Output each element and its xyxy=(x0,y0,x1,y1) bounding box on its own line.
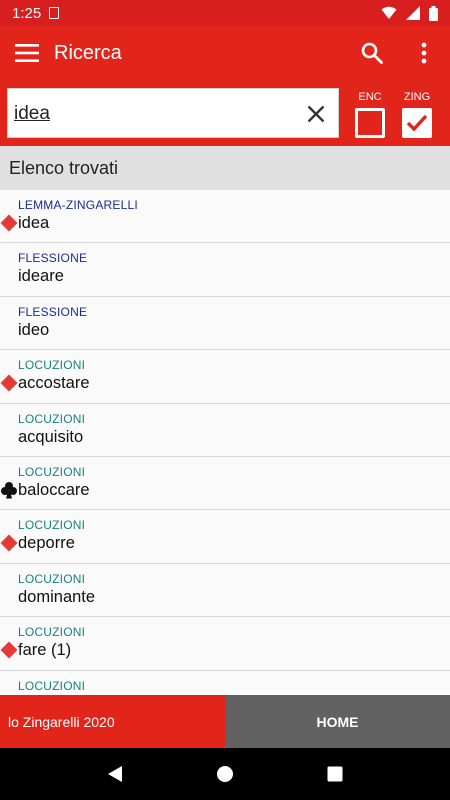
check-icon xyxy=(406,114,428,132)
home-circle-icon xyxy=(217,766,233,782)
search-row: ENC ZING xyxy=(0,80,450,146)
results-list[interactable]: LEMMA-ZINGARELLI idea FLESSIONE ideare FLESS… xyxy=(0,190,450,695)
wifi-icon xyxy=(381,6,397,19)
results-header: Elenco trovati xyxy=(0,146,450,190)
result-word: ideare xyxy=(18,267,64,286)
page-title: Ricerca xyxy=(54,41,122,64)
result-word: dominante xyxy=(18,587,96,606)
result-type: LOCUZIONI xyxy=(18,571,86,586)
result-word: baloccare xyxy=(18,480,90,499)
back-triangle-icon xyxy=(108,766,122,782)
sd-card-icon xyxy=(49,7,60,19)
brand-button[interactable]: lo Zingarelli 2020 xyxy=(0,695,225,748)
zing-toggle[interactable]: ZING xyxy=(400,91,434,138)
diamond-icon xyxy=(0,374,18,392)
result-type: LOCUZIONI xyxy=(18,411,86,426)
list-item[interactable]: LOCUZIONI accostare xyxy=(0,350,450,404)
list-item[interactable]: FLESSIONE ideare xyxy=(0,243,450,297)
result-word: ideo xyxy=(18,320,50,339)
menu-button[interactable] xyxy=(0,26,54,80)
diamond-icon xyxy=(0,214,18,232)
enc-label: ENC xyxy=(358,91,382,103)
search-box xyxy=(7,88,339,138)
recents-button[interactable] xyxy=(315,754,355,794)
result-type: LOCUZIONI xyxy=(18,464,86,479)
zing-checkbox[interactable] xyxy=(402,108,432,138)
list-item[interactable]: LOCUZIONI xyxy=(0,670,450,695)
overflow-menu-button[interactable] xyxy=(398,26,450,80)
recents-square-icon xyxy=(327,766,343,782)
enc-toggle[interactable]: ENC xyxy=(353,91,387,138)
list-item[interactable]: LEMMA-ZINGARELLI idea xyxy=(0,190,450,244)
status-bar: 1:25 xyxy=(0,0,450,26)
list-item[interactable]: LOCUZIONI dominante xyxy=(0,563,450,618)
list-item[interactable]: LOCUZIONI acquisito xyxy=(0,403,450,457)
result-type: FLESSIONE xyxy=(18,304,88,319)
list-item[interactable]: FLESSIONE ideo xyxy=(0,296,450,351)
list-item[interactable]: LOCUZIONI fare (1) xyxy=(0,617,450,671)
status-icons xyxy=(381,5,438,21)
result-type: FLESSIONE xyxy=(18,251,88,266)
result-word: idea xyxy=(18,214,50,232)
list-item[interactable]: LOCUZIONI deporre xyxy=(0,510,450,564)
home-nav-button[interactable] xyxy=(205,754,245,794)
diamond-icon xyxy=(0,641,18,659)
search-input[interactable] xyxy=(14,99,294,129)
close-icon xyxy=(307,105,325,123)
bottom-bar: lo Zingarelli 2020 HOME xyxy=(0,695,450,748)
result-word: accostare xyxy=(18,374,90,393)
app-bar: Ricerca xyxy=(0,26,450,80)
enc-checkbox[interactable] xyxy=(355,108,385,138)
search-button[interactable] xyxy=(346,26,398,80)
result-type: LOCUZIONI xyxy=(18,358,86,373)
result-word: deporre xyxy=(18,534,75,553)
battery-icon xyxy=(429,5,438,21)
search-icon xyxy=(361,42,383,64)
result-word: fare (1) xyxy=(18,641,72,660)
system-nav-bar xyxy=(0,748,450,800)
home-button[interactable]: HOME xyxy=(225,695,450,748)
result-type: LEMMA-ZINGARELLI xyxy=(18,198,138,212)
club-icon xyxy=(1,481,17,499)
status-time: 1:25 xyxy=(12,4,42,22)
clear-search-button[interactable] xyxy=(302,100,330,128)
back-button[interactable] xyxy=(95,754,135,794)
result-type: LOCUZIONI xyxy=(18,678,86,693)
more-vert-icon xyxy=(421,42,427,64)
hamburger-icon xyxy=(15,44,39,62)
result-type: LOCUZIONI xyxy=(18,518,86,533)
result-type: LOCUZIONI xyxy=(18,625,86,640)
diamond-icon xyxy=(0,534,18,552)
list-item[interactable]: LOCUZIONI baloccare xyxy=(0,456,450,511)
result-word: acquisito xyxy=(18,427,84,446)
zing-label: ZING xyxy=(403,91,431,103)
signal-icon xyxy=(406,6,420,20)
